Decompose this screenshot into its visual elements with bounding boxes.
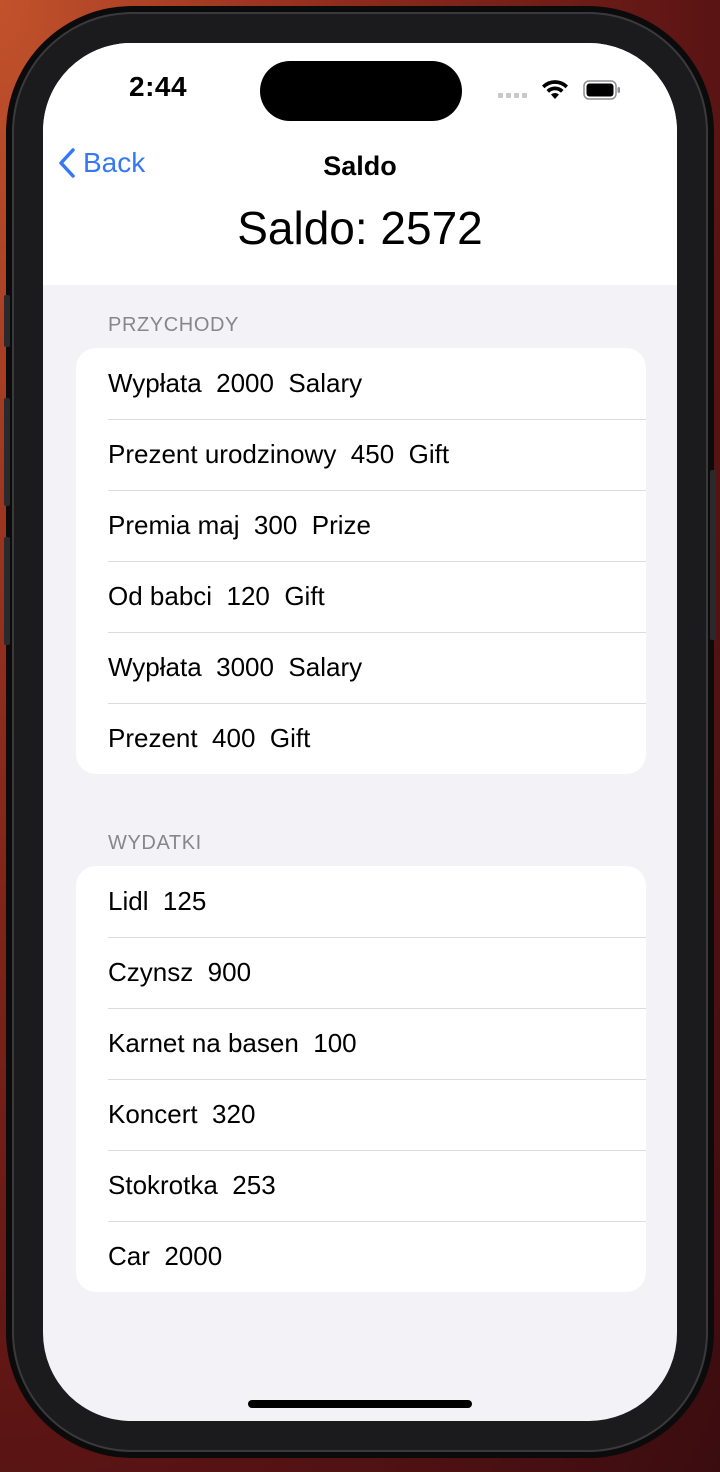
wifi-icon	[542, 80, 568, 99]
nav-title: Saldo	[323, 151, 397, 181]
home-indicator[interactable]	[248, 1400, 472, 1408]
volume-up-button	[4, 398, 10, 506]
income-row[interactable]: Od babci 120 Gift	[76, 561, 646, 632]
income-section-header: PRZYCHODY	[108, 314, 239, 336]
income-row[interactable]: Wypłata 3000 Salary	[76, 632, 646, 703]
balance-title: Saldo: 2572	[237, 202, 483, 254]
income-row[interactable]: Wypłata 2000 Salary	[76, 348, 646, 419]
expense-row[interactable]: Karnet na basen 100	[76, 1008, 646, 1079]
expense-row[interactable]: Koncert 320	[76, 1079, 646, 1150]
income-row[interactable]: Prezent 400 Gift	[76, 703, 646, 774]
dynamic-island	[260, 61, 462, 121]
expense-row[interactable]: Stokrotka 253	[76, 1150, 646, 1221]
income-list: Wypłata 2000 Salary Prezent urodzinowy 4…	[76, 348, 646, 774]
cellular-signal-icon	[498, 93, 527, 98]
volume-down-button	[4, 537, 10, 645]
expenses-section-header: WYDATKI	[108, 832, 202, 854]
expense-row[interactable]: Car 2000	[76, 1221, 646, 1292]
action-button	[4, 295, 10, 347]
expense-row[interactable]: Czynsz 900	[76, 937, 646, 1008]
expenses-list: Lidl 125 Czynsz 900 Karnet na basen 100 …	[76, 866, 646, 1292]
income-row[interactable]: Premia maj 300 Prize	[76, 490, 646, 561]
status-time: 2:44	[129, 71, 188, 102]
expense-row[interactable]: Lidl 125	[76, 866, 646, 937]
income-row[interactable]: Prezent urodzinowy 450 Gift	[76, 419, 646, 490]
power-button	[710, 470, 716, 640]
battery-icon	[583, 80, 620, 100]
screen: 2:44 Back Saldo Saldo: 2572 PRZYCHODY Wy…	[43, 43, 677, 1421]
